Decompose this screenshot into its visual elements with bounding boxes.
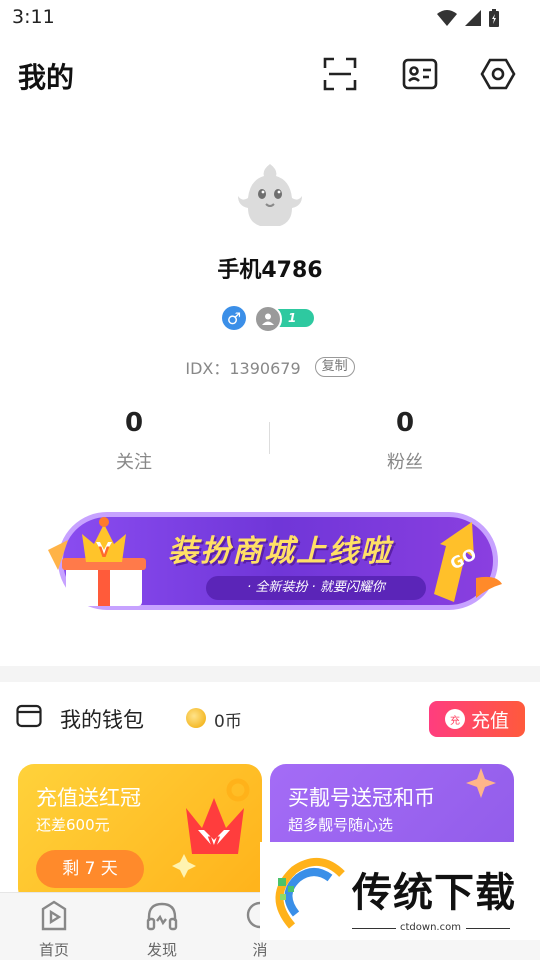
signal-icon — [465, 10, 481, 26]
male-icon: ♂ — [222, 306, 246, 330]
scan-button[interactable] — [320, 54, 360, 94]
stat-divider — [269, 422, 270, 454]
wifi-icon — [437, 10, 457, 26]
red-crown-letter: V — [208, 833, 221, 852]
following-count: 0 — [124, 408, 144, 438]
money-bag-icon: 充 — [444, 709, 465, 729]
username: 手机4786 — [217, 258, 323, 283]
tab-discover[interactable]: 发现 — [122, 899, 202, 960]
fans-label: 粉丝 — [387, 452, 423, 473]
status-bar: 3:11 — [0, 0, 540, 38]
red-crown-card[interactable]: 充值送红冠 还差600元 剩 7 天 V — [18, 764, 262, 904]
wallet-label: 我的钱包 — [60, 708, 144, 732]
gear-icon — [480, 58, 516, 90]
copy-button[interactable]: 复制 — [314, 357, 355, 377]
wallet-row[interactable]: 我的钱包 0币 充 充值 — [0, 694, 540, 744]
watermark-text: 传统下载 — [352, 870, 516, 916]
idx-row: IDX：1390679 复制 — [0, 355, 540, 379]
home-play-icon — [41, 900, 67, 931]
watermark-url: ctdown.com — [400, 922, 461, 933]
section-divider — [0, 666, 540, 682]
banner-title: 装扮商城上线啦 — [168, 534, 392, 569]
sparkle-icon — [466, 768, 496, 798]
id-card-button[interactable] — [400, 54, 440, 94]
tab-discover-label: 发现 — [146, 941, 177, 959]
headphones-icon — [146, 902, 178, 931]
battery-icon — [489, 9, 499, 27]
user-idx: IDX：1390679 — [185, 359, 301, 378]
scan-icon — [323, 57, 357, 91]
days-remaining-button[interactable]: 剩 7 天 — [36, 850, 144, 888]
tab-home[interactable]: 首页 — [14, 899, 94, 960]
recharge-label: 充值 — [470, 709, 509, 732]
tab-messages-label: 消 — [252, 941, 268, 959]
pretty-number-card-title: 买靓号送冠和币 — [288, 786, 435, 810]
go-arrow-icon: GO — [434, 522, 502, 602]
page-title: 我的 — [18, 61, 75, 94]
banner-subtitle: · 全新装扮 · 就要闪耀你 — [206, 576, 426, 600]
coin-balance: 0币 — [214, 712, 242, 732]
default-avatar-icon — [238, 164, 302, 226]
id-card-icon — [402, 58, 438, 90]
status-icons — [436, 8, 500, 28]
dressup-store-banner[interactable]: V 装扮商城上线啦 · 全新装扮 · 就要闪耀你 GO — [38, 510, 506, 612]
user-level-icon — [254, 305, 282, 333]
settings-button[interactable] — [478, 54, 518, 94]
red-crown-card-title: 充值送红冠 — [36, 786, 141, 810]
badges: ♂ 1 — [222, 305, 314, 333]
pretty-number-card-subtitle: 超多靓号随心选 — [288, 816, 394, 834]
top-bar: 我的 — [0, 50, 540, 100]
watermark-line-left — [352, 928, 396, 929]
red-crown-card-subtitle: 还差600元 — [36, 816, 110, 834]
watermark-line-right — [466, 928, 510, 929]
watermark-logo — [275, 858, 345, 929]
coin-icon — [186, 708, 206, 728]
tab-home-label: 首页 — [38, 941, 69, 959]
recharge-button[interactable]: 充 充值 — [429, 701, 525, 737]
avatar[interactable] — [234, 160, 306, 232]
site-watermark: 传统下载 ctdown.com — [260, 842, 540, 940]
status-time: 3:11 — [12, 6, 55, 28]
red-crown-icon: V — [172, 778, 250, 878]
fans-count: 0 — [395, 408, 415, 438]
fans-stat[interactable]: 0 粉丝 — [305, 408, 505, 474]
following-label: 关注 — [116, 452, 152, 473]
gift-box-crown-icon: V — [48, 517, 146, 606]
following-stat[interactable]: 0 关注 — [34, 408, 234, 474]
wallet-icon — [16, 704, 42, 728]
crown-letter: V — [99, 545, 110, 561]
level-badge: 1 — [254, 305, 314, 333]
stats-row: 0 关注 0 粉丝 — [0, 408, 540, 478]
